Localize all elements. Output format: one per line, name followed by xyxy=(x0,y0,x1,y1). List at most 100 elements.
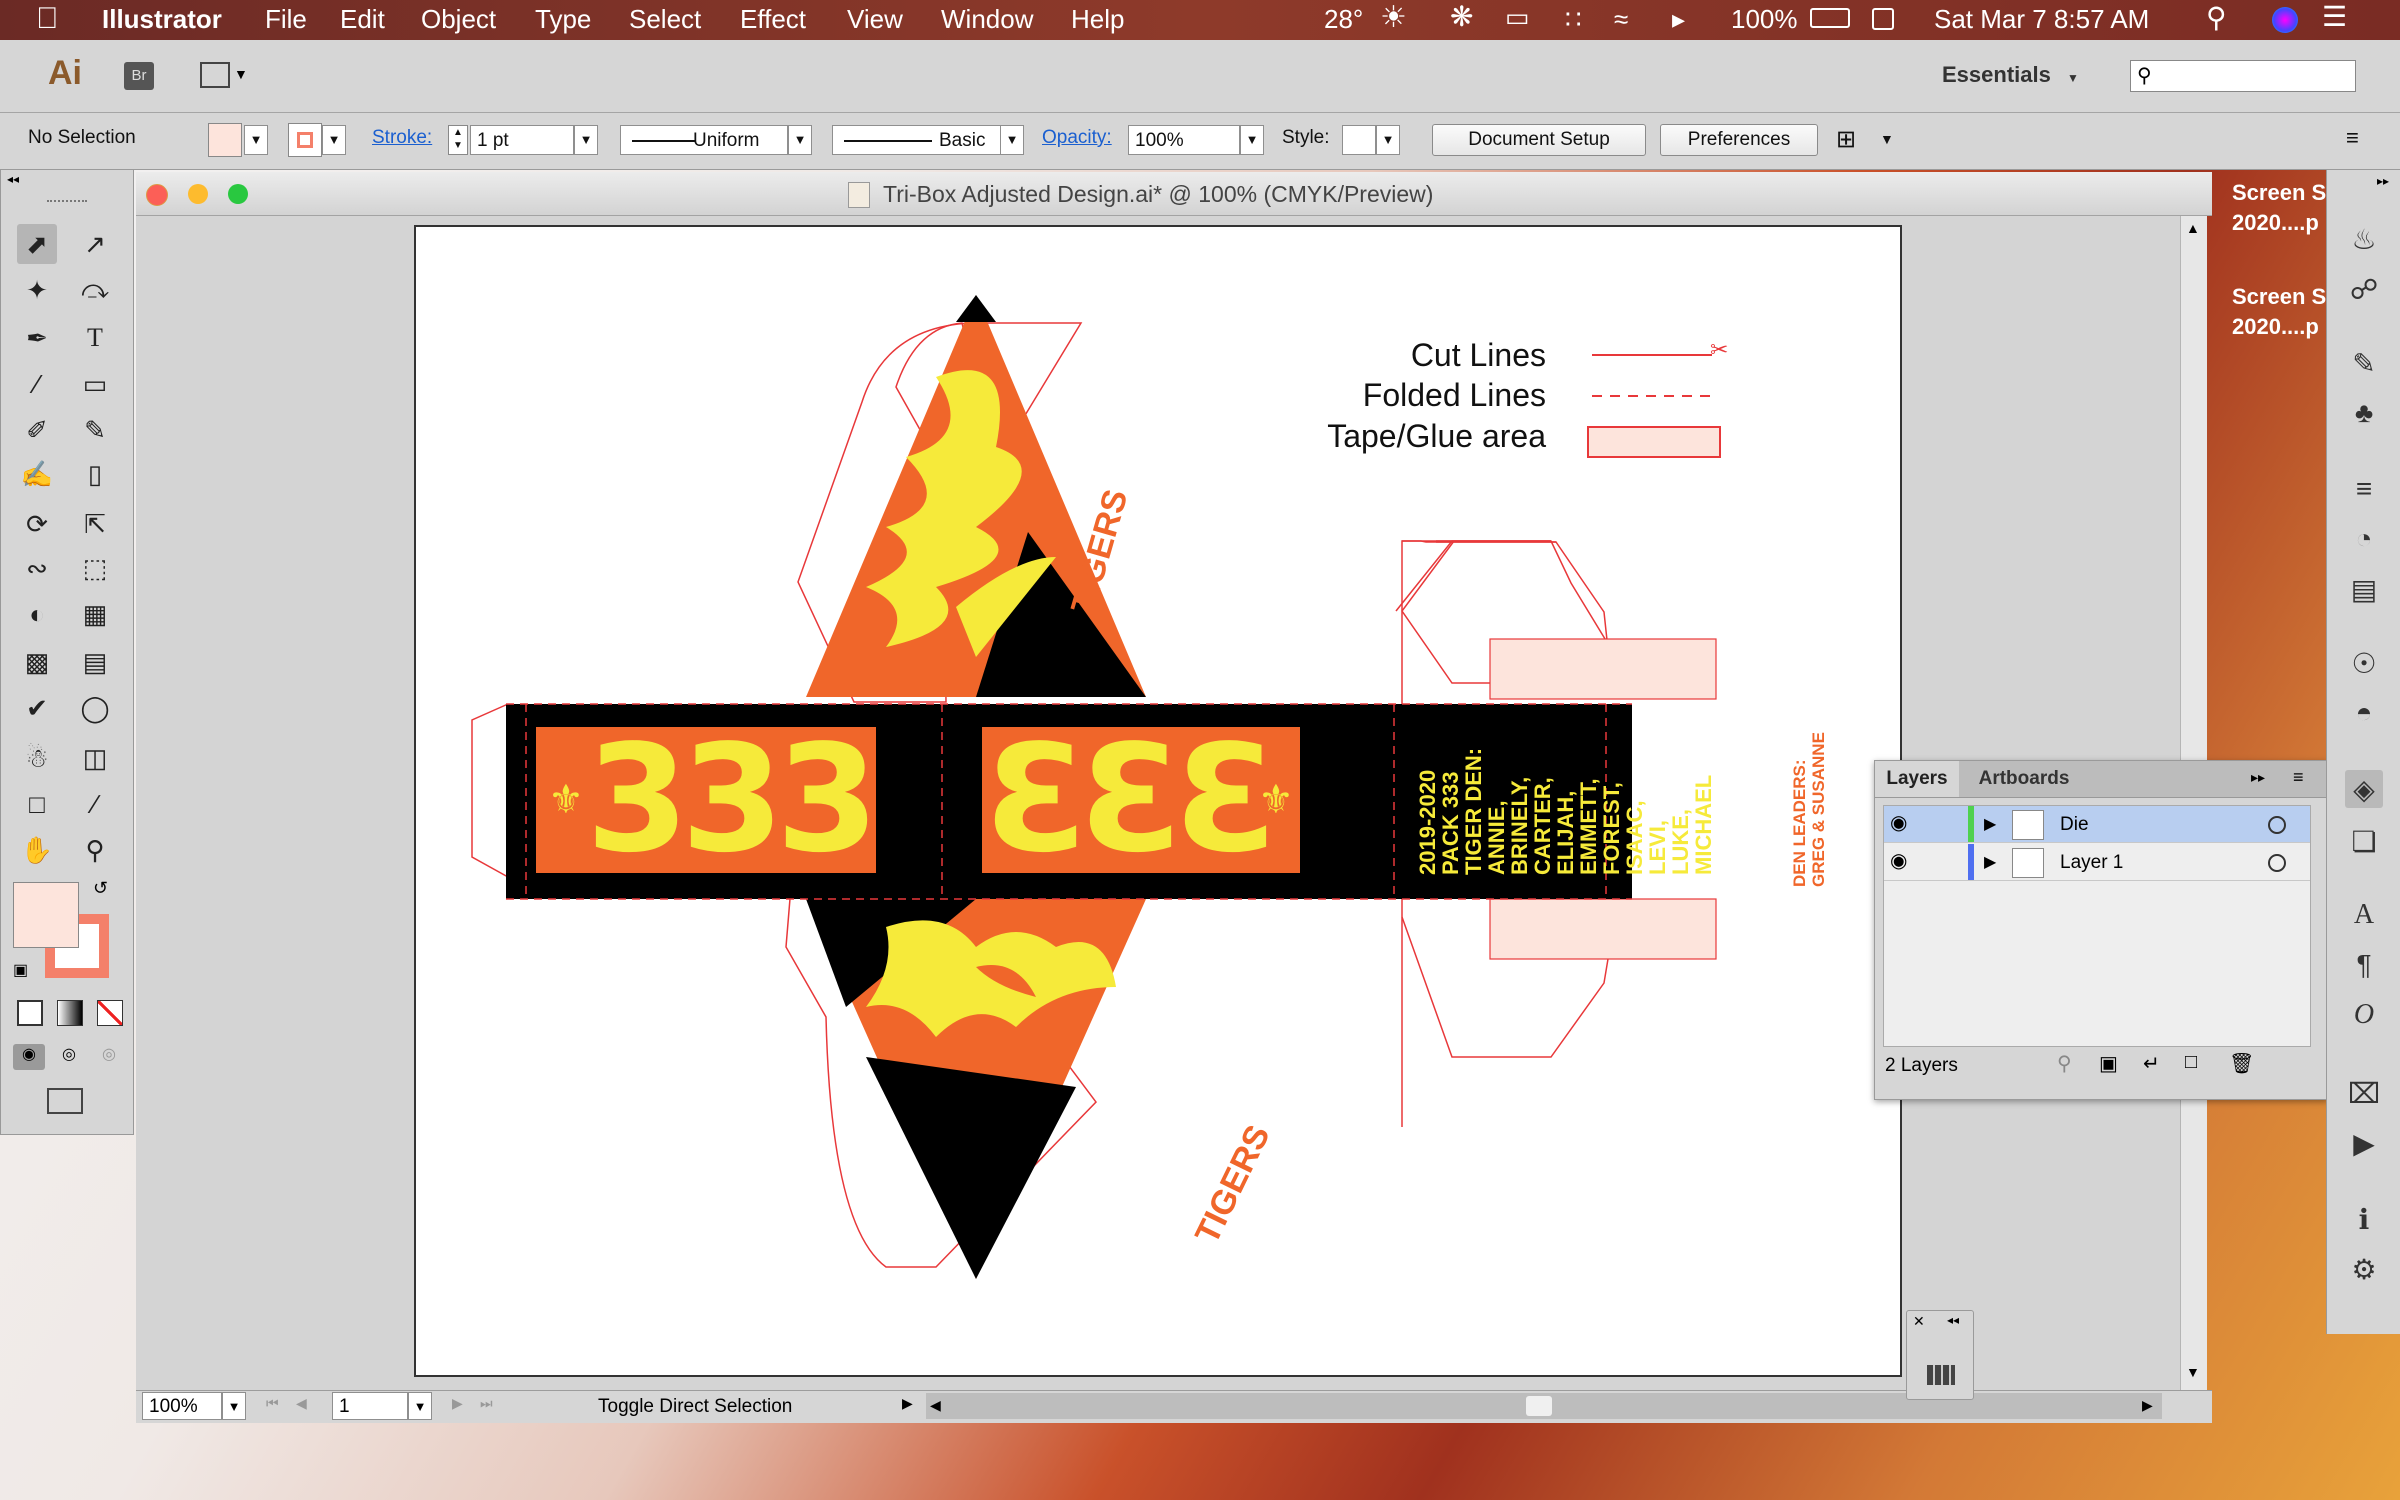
panel-menu-icon[interactable]: ≡ xyxy=(2346,125,2359,151)
layer-row[interactable]: ◉ ▶ Die xyxy=(1884,806,2310,843)
previous-artboard-icon[interactable]: ◀ xyxy=(296,1395,307,1412)
menu-view[interactable]: View xyxy=(847,4,903,35)
artboards-panel-icon[interactable]: ❏ xyxy=(2345,822,2383,860)
gradient-mode-icon[interactable] xyxy=(57,1000,83,1026)
scale-tool-icon[interactable]: ⇱ xyxy=(75,504,115,544)
layer-name[interactable]: Die xyxy=(2060,814,2089,836)
magic-wand-tool-icon[interactable]: ✦ xyxy=(17,270,57,310)
eyedropper-tool-icon[interactable]: ✔ xyxy=(17,688,57,728)
opacity-label[interactable]: Opacity: xyxy=(1042,127,1112,149)
links-icon[interactable]: ☍ xyxy=(2345,270,2383,308)
last-artboard-icon[interactable]: ⏭ xyxy=(480,1395,493,1412)
status-menu-icon[interactable]: ▶ xyxy=(902,1395,913,1412)
brushes-icon[interactable]: ✎ xyxy=(2345,344,2383,382)
none-mode-icon[interactable] xyxy=(97,1000,123,1026)
opacity-dropdown[interactable]: ▼ xyxy=(1240,125,1264,155)
close-icon[interactable]: ✕ xyxy=(1913,1313,1925,1330)
expand-panel-icon[interactable]: ◂◂ xyxy=(1947,1313,1959,1327)
artboard[interactable]: ✂ Cut Lines Folded Lines Tape/Glue area … xyxy=(414,225,1902,1377)
scroll-down-icon[interactable]: ▼ xyxy=(2186,1364,2200,1380)
pencil-tool-icon[interactable]: ✎ xyxy=(75,410,115,450)
clock-datetime[interactable]: Sat Mar 7 8:57 AM xyxy=(1934,4,2149,35)
delete-layer-icon[interactable]: 🗑 xyxy=(2229,1051,2254,1076)
artboard-dropdown[interactable]: ▼ xyxy=(408,1392,432,1420)
rotate-tool-icon[interactable]: ⟳ xyxy=(17,504,57,544)
weather-temp[interactable]: 28° xyxy=(1324,4,1363,35)
screen-mode-icon[interactable] xyxy=(47,1088,83,1114)
search-input[interactable]: ⚲ xyxy=(2130,60,2356,92)
scroll-up-icon[interactable]: ▲ xyxy=(2186,220,2200,236)
direct-selection-tool-icon[interactable]: ↗ xyxy=(75,224,115,264)
stroke-weight-input[interactable]: 1 pt xyxy=(470,125,574,155)
opacity-input[interactable]: 100% xyxy=(1128,125,1240,155)
document-info-icon[interactable]: ℹ xyxy=(2345,1200,2383,1238)
airplay-icon[interactable]: ▭ xyxy=(1505,2,1530,33)
stroke-panel-icon[interactable]: ≡ xyxy=(2345,470,2383,508)
menu-object[interactable]: Object xyxy=(421,4,496,35)
appearance-icon[interactable]: ☉ xyxy=(2345,644,2383,682)
navigator-icon[interactable]: ⚙ xyxy=(2345,1250,2383,1288)
panel-collapse-icon[interactable]: ◂◂ xyxy=(7,172,19,186)
stroke-weight-dropdown[interactable]: ▼ xyxy=(574,125,598,155)
visibility-eye-icon[interactable]: ◉ xyxy=(1890,810,1907,835)
locate-object-icon[interactable]: ⚲ xyxy=(2057,1051,2072,1076)
line-segment-tool-icon[interactable]: ⁄ xyxy=(17,364,57,404)
menu-app-name[interactable]: Illustrator xyxy=(102,4,222,35)
zoom-tool-icon[interactable]: ⚲ xyxy=(75,830,115,870)
graphic-styles-icon[interactable]: ◓ xyxy=(2345,694,2383,732)
target-circle-icon[interactable] xyxy=(2268,854,2286,872)
arrange-documents-icon[interactable] xyxy=(200,62,230,88)
opentype-panel-icon[interactable]: O xyxy=(2345,996,2383,1034)
lasso-tool-icon[interactable]: ⤼ xyxy=(75,270,115,310)
create-sublayer-icon[interactable]: ↵ xyxy=(2143,1051,2160,1076)
transparency-icon[interactable]: ◔ xyxy=(2345,520,2383,558)
stroke-label[interactable]: Stroke: xyxy=(372,127,432,149)
minimize-window-button[interactable] xyxy=(188,184,208,204)
desktop-file-item[interactable]: Screen S 2020....p xyxy=(2232,178,2326,238)
close-window-button[interactable] xyxy=(146,184,168,206)
draw-inside-icon[interactable]: ◎ xyxy=(93,1044,125,1070)
stroke-dropdown[interactable]: ▼ xyxy=(322,125,346,155)
color-palette-icon[interactable]: ♨ xyxy=(2345,220,2383,258)
artboard-tool-icon[interactable]: □ xyxy=(17,784,57,824)
collapse-panel-icon[interactable]: ▸▸ xyxy=(2251,769,2265,786)
preferences-button[interactable]: Preferences xyxy=(1660,124,1818,156)
workspace-switcher[interactable]: Essentials ▼ xyxy=(1942,62,2079,88)
actions-panel-icon[interactable]: ▶ xyxy=(2345,1124,2383,1162)
swap-fill-stroke-icon[interactable]: ↺ xyxy=(93,878,108,899)
perspective-grid-tool-icon[interactable]: ▦ xyxy=(75,594,115,634)
panel-grip[interactable] xyxy=(47,200,87,206)
default-fill-stroke-icon[interactable]: ▣ xyxy=(13,960,28,980)
scroll-right-icon[interactable]: ▶ xyxy=(2142,1397,2153,1414)
expand-triangle-icon[interactable]: ▶ xyxy=(1984,852,1996,872)
siri-icon[interactable] xyxy=(2272,7,2298,33)
menu-effect[interactable]: Effect xyxy=(740,4,806,35)
profile-dropdown[interactable]: ▼ xyxy=(788,125,812,155)
wifi-icon[interactable]: ≈ xyxy=(1614,4,1628,35)
selection-tool-icon[interactable]: ⬈ xyxy=(17,224,57,264)
rectangle-tool-icon[interactable]: ▭ xyxy=(75,364,115,404)
pen-tool-icon[interactable]: ✒ xyxy=(17,318,57,358)
layers-panel-icon[interactable]: ◈ xyxy=(2345,770,2383,808)
paintbrush-tool-icon[interactable]: ✐ xyxy=(17,410,57,450)
battery-percent[interactable]: 100% xyxy=(1731,4,1798,35)
create-layer-icon[interactable]: □ xyxy=(2185,1051,2197,1074)
brush-dropdown[interactable]: ▼ xyxy=(1000,125,1024,155)
symbols-icon[interactable]: ♣ xyxy=(2345,394,2383,432)
panel-menu-icon[interactable]: ≡ xyxy=(2293,767,2304,788)
free-transform-tool-icon[interactable]: ⬚ xyxy=(75,548,115,588)
draw-behind-icon[interactable]: ◎ xyxy=(53,1044,85,1070)
artboard-number-input[interactable]: 1 xyxy=(332,1392,408,1420)
blend-tool-icon[interactable]: ◯ xyxy=(75,688,115,728)
next-artboard-icon[interactable]: ▶ xyxy=(452,1395,463,1412)
slice-tool-icon[interactable]: ∕ xyxy=(75,784,115,824)
color-mode-icon[interactable] xyxy=(17,1000,43,1026)
tab-layers[interactable]: Layers xyxy=(1875,761,1959,797)
eraser-tool-icon[interactable]: ▯ xyxy=(75,454,115,494)
horizontal-scroll-thumb[interactable] xyxy=(1526,1396,1552,1416)
zoom-window-button[interactable] xyxy=(228,184,248,204)
swatch-grid-icon[interactable] xyxy=(1927,1365,1955,1385)
column-graph-tool-icon[interactable]: ◫ xyxy=(75,738,115,778)
menu-type[interactable]: Type xyxy=(535,4,591,35)
gradient-tool-icon[interactable]: ▤ xyxy=(75,642,115,682)
